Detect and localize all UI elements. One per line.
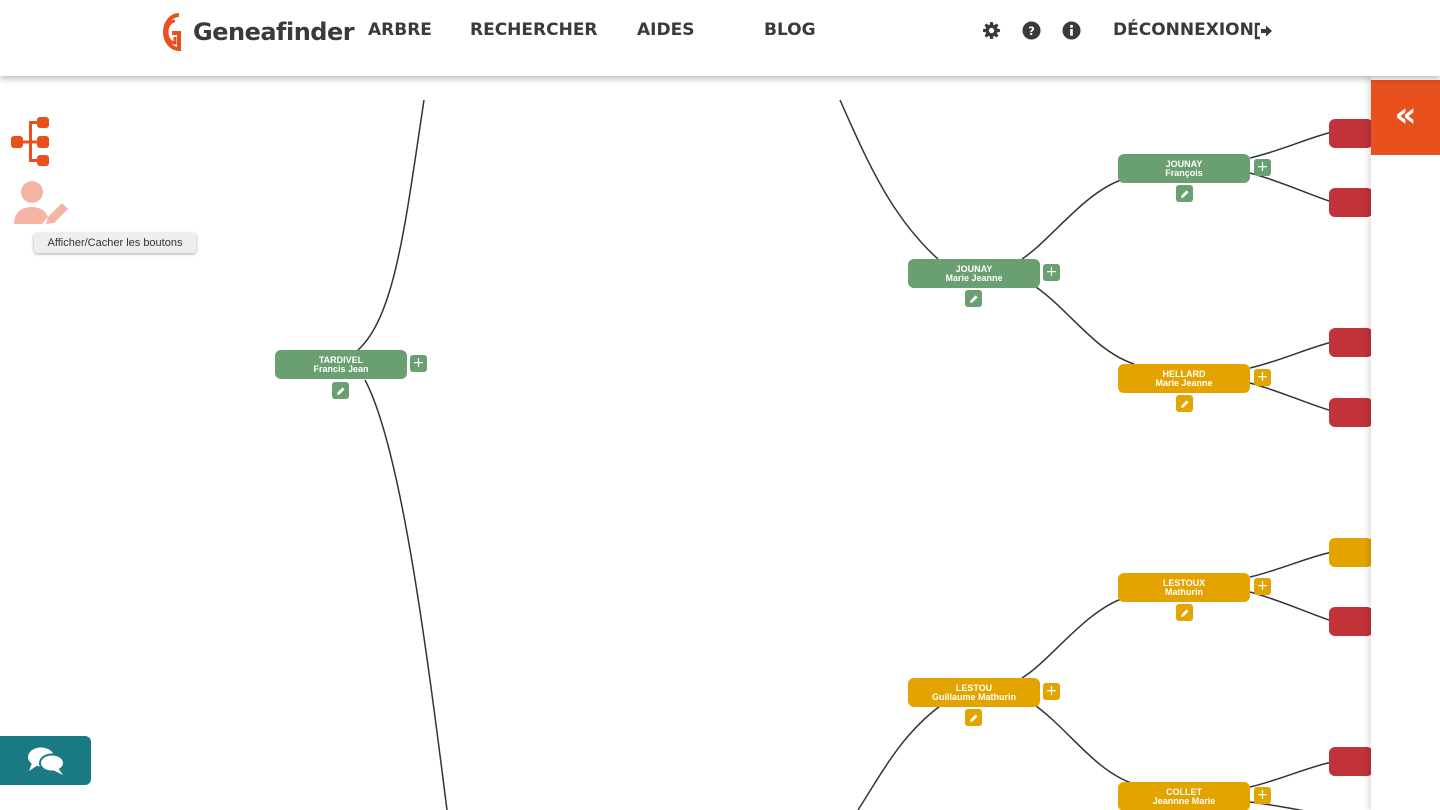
pencil-icon [1180,399,1189,408]
edit-person-button[interactable] [965,709,982,726]
expand-button[interactable]: + [410,355,427,372]
person-node-lestoux[interactable]: LESTOUX Mathurin [1118,573,1250,602]
person-node-stub[interactable] [1329,119,1372,148]
top-navbar: Geneafinder ARBRE RECHERCHER AIDES BLOG … [0,0,1440,76]
edit-person-button[interactable] [332,382,349,399]
edit-person-button[interactable] [1176,604,1193,621]
person-node-stub[interactable] [1329,188,1372,217]
sitemap-icon[interactable] [11,117,51,167]
person-firstname: Mathurin [1165,587,1203,597]
person-firstname: Jeannne Marie [1152,796,1216,806]
info-circle-icon[interactable] [1062,21,1081,40]
nav-arbre[interactable]: ARBRE [368,20,432,40]
person-firstname: Marie Jeanne [945,273,1003,283]
chat-button[interactable] [0,736,91,785]
person-node-jounay-francois[interactable]: JOUNAY François [1118,154,1250,183]
person-node-hellard[interactable]: HELLARD Marie Jeanne [1118,364,1250,393]
person-firstname: François [1165,168,1203,178]
nav-aides[interactable]: AIDES [637,20,694,40]
expand-button[interactable]: + [1043,683,1060,700]
person-node-jounay-marie-jeanne[interactable]: JOUNAY Marie Jeanne [908,259,1040,288]
person-node-stub[interactable] [1329,398,1372,427]
pencil-icon [969,713,978,722]
collapse-panel-button[interactable]: « [1371,80,1440,155]
question-circle-icon[interactable]: ? [1022,21,1041,40]
person-node-tardivel[interactable]: TARDIVEL Francis Jean [275,350,407,379]
person-node-lestou[interactable]: LESTOU Guillaume Mathurin [908,678,1040,707]
svg-text:?: ? [1028,24,1035,38]
logo[interactable]: Geneafinder [157,9,355,55]
pencil-icon [336,386,345,395]
side-panel [1371,76,1440,810]
tree-links [357,99,1333,810]
logout-button[interactable]: DÉCONNEXION [1113,20,1254,40]
person-firstname: Marie Jeanne [1155,378,1213,388]
sign-out-icon[interactable] [1253,22,1273,40]
person-node-stub[interactable] [1329,607,1372,636]
comments-icon [27,747,65,775]
geneafinder-logo-icon [163,13,181,52]
person-firstname: Guillaume Mathurin [931,692,1016,702]
expand-button[interactable]: + [1043,264,1060,281]
person-node-collet[interactable]: COLLET Jeannne Marie [1118,782,1250,810]
user-edit-icon[interactable] [12,180,70,226]
toggle-buttons-tooltip: Afficher/Cacher les boutons [34,233,196,253]
gear-icon[interactable] [982,21,1001,40]
pencil-icon [1180,189,1189,198]
edit-person-button[interactable] [1176,395,1193,412]
nav-rechercher[interactable]: RECHERCHER [470,20,598,40]
pencil-icon [969,294,978,303]
double-chevron-left-icon: « [1394,95,1417,135]
expand-button[interactable]: + [1254,578,1271,595]
person-node-stub[interactable] [1329,328,1372,357]
person-firstname: Francis Jean [313,364,369,374]
expand-button[interactable]: + [1254,369,1271,386]
tree-canvas[interactable]: TARDIVEL Francis Jean + JOUNAY Marie Jea… [0,76,1372,810]
person-node-stub[interactable] [1329,747,1372,776]
pencil-icon [1180,608,1189,617]
nav-blog[interactable]: BLOG [764,20,816,40]
logo-text: Geneafinder [193,18,355,46]
expand-button[interactable]: + [1254,159,1271,176]
person-node-stub[interactable] [1329,538,1372,567]
edit-person-button[interactable] [1176,185,1193,202]
expand-button[interactable]: + [1254,787,1271,804]
edit-person-button[interactable] [965,290,982,307]
